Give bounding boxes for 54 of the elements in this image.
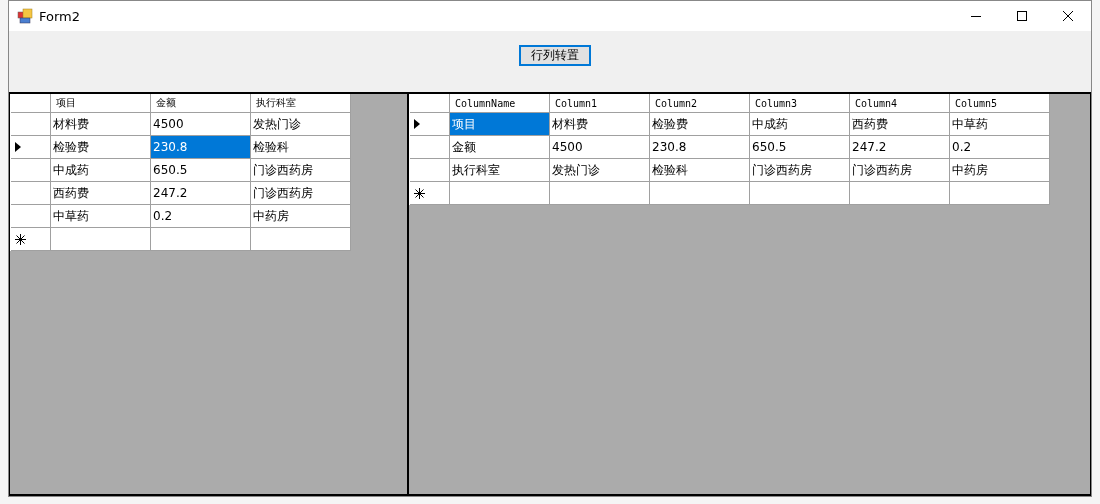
table-cell[interactable]: 检验科 [251,136,351,159]
current-row-icon [15,142,21,152]
maximize-icon [1017,11,1027,21]
column-header[interactable]: Column3 [750,94,850,113]
table-cell[interactable]: 门诊西药房 [251,182,351,205]
table-cell[interactable]: 材料费 [550,113,650,136]
table-cell[interactable]: 检验科 [650,159,750,182]
table-cell[interactable]: 项目 [450,113,550,136]
table-cell[interactable]: 检验费 [650,113,750,136]
table-cell[interactable]: 4500 [550,136,650,159]
table-cell[interactable]: 4500 [151,113,251,136]
current-row-icon [414,119,420,129]
table-cell[interactable]: 西药费 [51,182,151,205]
table-cell[interactable]: 金额 [450,136,550,159]
row-header[interactable] [410,113,450,136]
close-icon [1063,11,1073,21]
column-header[interactable]: Column5 [950,94,1050,113]
table-cell[interactable]: 中成药 [51,159,151,182]
table-cell[interactable]: 西药费 [850,113,950,136]
row-header[interactable] [11,136,51,159]
table-cell[interactable]: 247.2 [850,136,950,159]
column-header[interactable]: 执行科室 [251,94,351,113]
column-header[interactable]: Column1 [550,94,650,113]
column-header[interactable]: ColumnName [450,94,550,113]
table-cell[interactable]: 检验费 [51,136,151,159]
table-cell[interactable]: 中草药 [51,205,151,228]
window-title: Form2 [39,8,81,24]
row-header[interactable] [11,228,51,251]
table-cell[interactable]: 650.5 [151,159,251,182]
column-header[interactable]: 项目 [51,94,151,113]
column-header[interactable]: Column2 [650,94,750,113]
table-cell[interactable]: 0.2 [950,136,1050,159]
table-cell[interactable]: 247.2 [151,182,251,205]
table-cell[interactable]: 发热门诊 [550,159,650,182]
table-cell[interactable]: 0.2 [151,205,251,228]
table-cell[interactable]: 230.8 [151,136,251,159]
table-cell[interactable]: 中草药 [950,113,1050,136]
row-header[interactable] [410,182,450,205]
transpose-button[interactable]: 行列转置 [519,45,591,66]
table-cell[interactable]: 650.5 [750,136,850,159]
table-cell[interactable]: 230.8 [650,136,750,159]
app-icon [17,8,33,24]
column-header[interactable]: Column4 [850,94,950,113]
column-header[interactable]: 金额 [151,94,251,113]
table-cell[interactable]: 中成药 [750,113,850,136]
table-cell[interactable]: 发热门诊 [251,113,351,136]
table-cell[interactable]: 门诊西药房 [850,159,950,182]
corner-header[interactable] [11,94,51,113]
table-cell[interactable]: 材料费 [51,113,151,136]
table-cell[interactable]: 门诊西药房 [750,159,850,182]
table-cell[interactable]: 门诊西药房 [251,159,351,182]
table-cell[interactable]: 中药房 [251,205,351,228]
table-cell[interactable]: 中药房 [950,159,1050,182]
table-cell[interactable]: 执行科室 [450,159,550,182]
